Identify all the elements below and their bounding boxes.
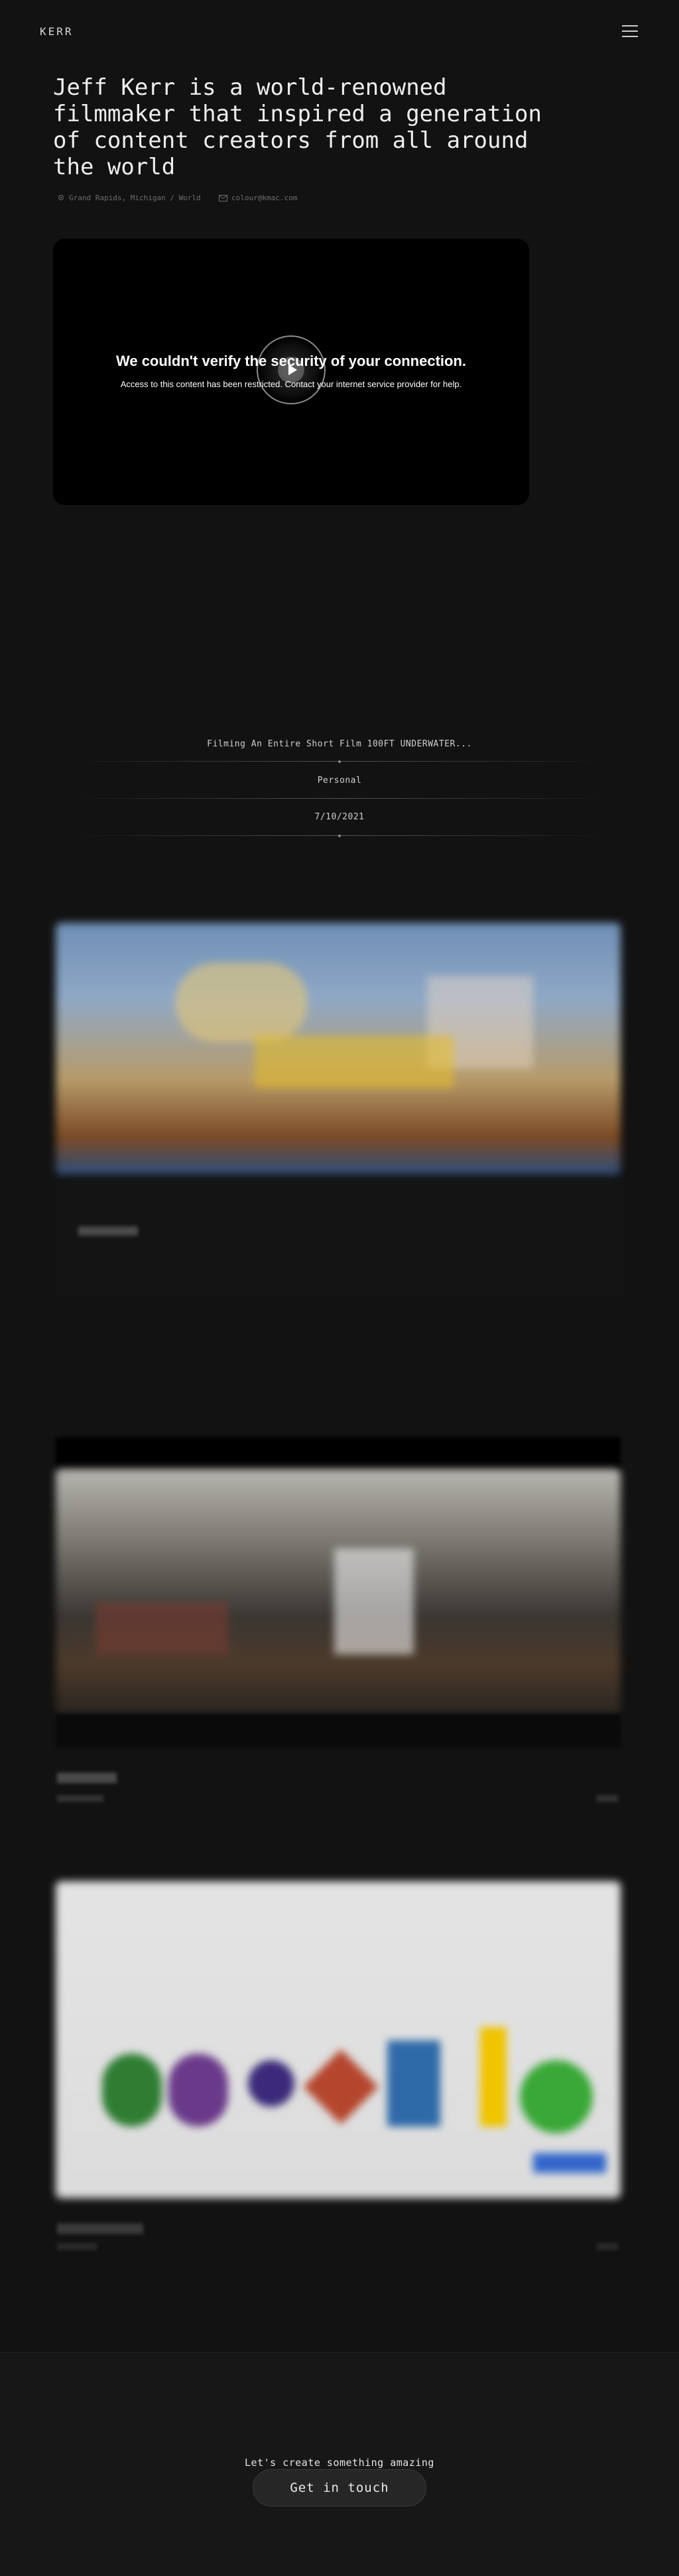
divider-dot: [338, 835, 341, 837]
project-meta-placeholder: [57, 1795, 103, 1802]
video-player[interactable]: We couldn't verify the security of your …: [53, 239, 529, 505]
project-card-body: [57, 1181, 623, 1295]
project-footer-bar: [56, 1714, 621, 1747]
project-header-bar: [56, 1437, 621, 1469]
divider-dot: [338, 760, 341, 763]
email-meta[interactable]: colour@kmac.com: [219, 194, 297, 202]
email-link[interactable]: colour@kmac.com: [231, 194, 297, 202]
site-logo[interactable]: KERR: [40, 25, 74, 38]
mail-icon: [219, 194, 227, 202]
video-date: 7/10/2021: [314, 812, 365, 822]
video-title: Filming An Entire Short Film 100FT UNDER…: [207, 739, 472, 749]
get-in-touch-button[interactable]: Get in touch: [253, 2469, 426, 2506]
hero-title: Jeff Kerr is a world-renowned filmmaker …: [53, 74, 542, 180]
cta-label: Let's create something amazing: [245, 2457, 434, 2469]
project-thumbnail[interactable]: [56, 1469, 621, 1714]
project-meta-placeholder: [597, 1795, 618, 1802]
play-button[interactable]: [257, 335, 326, 404]
hamburger-icon[interactable]: [622, 25, 638, 37]
video-category: Personal: [317, 776, 362, 786]
location-text: Grand Rapids, Michigan / World: [69, 194, 201, 202]
project-thumbnail[interactable]: [56, 923, 621, 1175]
project-title-placeholder: [78, 1226, 138, 1236]
project-meta-placeholder: [597, 2243, 618, 2250]
project-thumbnail[interactable]: [56, 1881, 621, 2198]
project-title-placeholder: [57, 2223, 143, 2234]
location-meta: Grand Rapids, Michigan / World: [57, 194, 201, 202]
project-title-placeholder: [57, 1773, 117, 1783]
video-error-message: Access to this content has been restrict…: [120, 379, 462, 389]
project-meta-placeholder: [57, 2243, 97, 2250]
location-pin-icon: [58, 194, 64, 200]
divider: [66, 798, 613, 799]
